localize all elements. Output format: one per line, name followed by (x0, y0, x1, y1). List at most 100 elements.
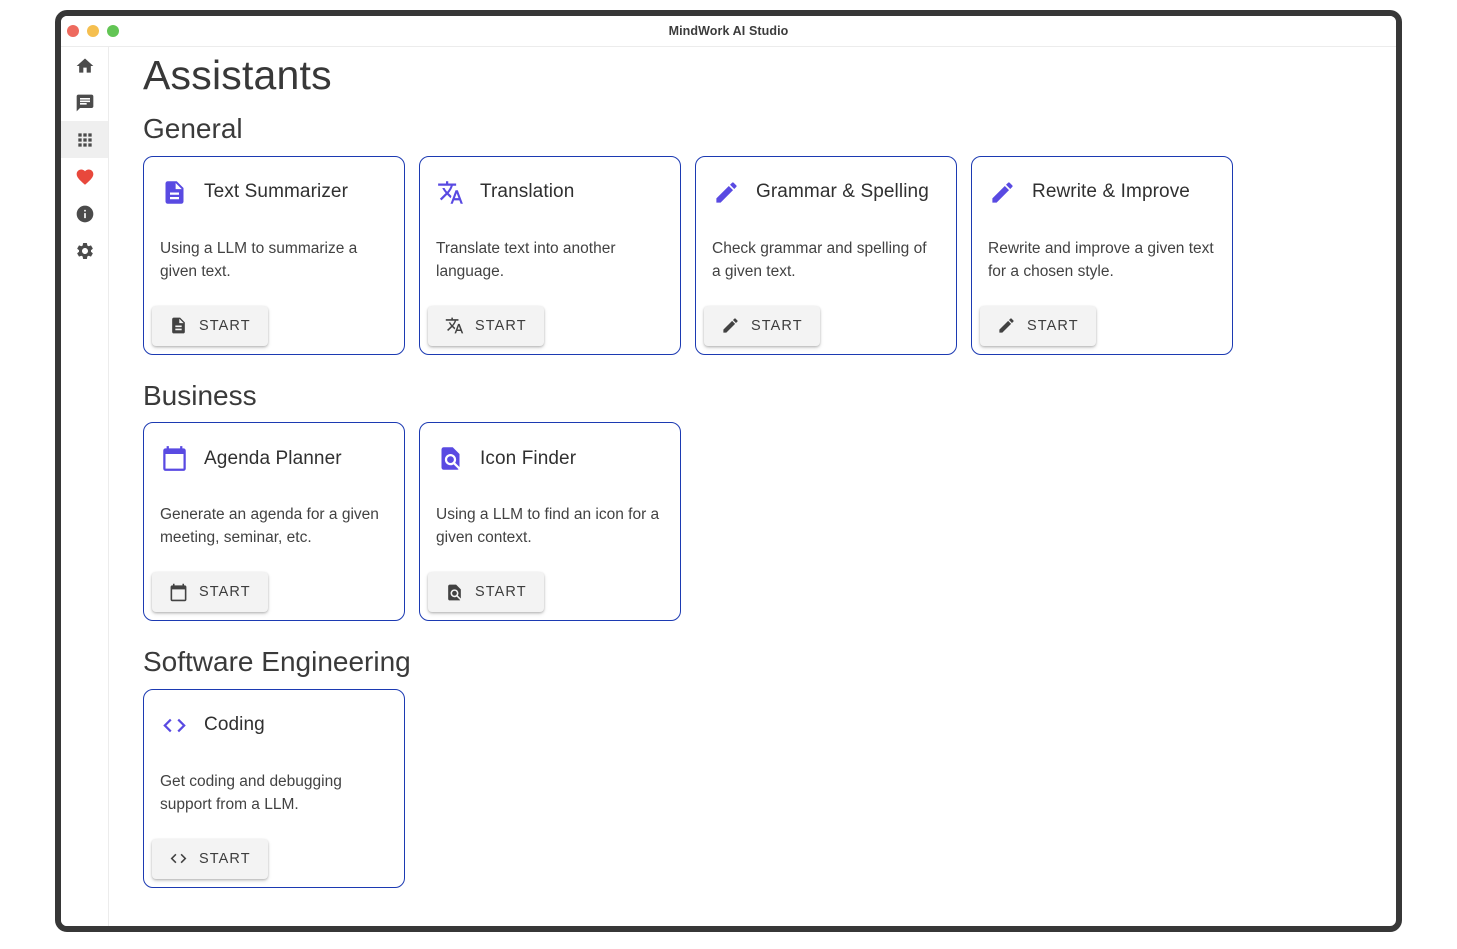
card-title: Rewrite & Improve (1032, 181, 1190, 203)
home-icon-wrap (75, 56, 95, 76)
info-icon (75, 204, 95, 224)
card-row: Agenda Planner Generate an agenda for a … (143, 422, 1396, 621)
start-button-grammar-spelling[interactable]: START (704, 306, 820, 346)
apps-grid-icon-wrap (75, 130, 95, 150)
section-title: Software Engineering (143, 645, 1396, 679)
sidebar-item-chats[interactable] (61, 84, 108, 121)
zoom-window-button[interactable] (107, 25, 119, 37)
icon-search-icon (445, 583, 464, 602)
start-button-label: START (199, 584, 251, 600)
calendar-icon-wrap (169, 583, 188, 602)
card-description: Generate an agenda for a given meeting, … (144, 503, 404, 549)
start-button-label: START (199, 318, 251, 334)
translate-icon-wrap (437, 179, 464, 206)
document-icon (161, 179, 188, 206)
card-header: Text Summarizer (144, 157, 404, 206)
assistant-card-icon-finder: Icon Finder Using a LLM to find an icon … (419, 422, 681, 621)
document-icon-wrap (169, 316, 188, 335)
card-title: Text Summarizer (204, 181, 348, 203)
sidebar-item-home[interactable] (61, 47, 108, 84)
section-software-engineering: Software Engineering Coding Get coding a… (143, 645, 1396, 888)
pencil-icon-wrap (989, 179, 1016, 206)
icon-search-icon (437, 445, 464, 472)
app-body: Assistants General Text Summarizer Using… (61, 47, 1396, 926)
page-title: Assistants (143, 52, 1396, 99)
card-description: Using a LLM to summarize a given text. (144, 237, 404, 283)
start-button-text-summarizer[interactable]: START (152, 306, 268, 346)
translate-icon (437, 179, 464, 206)
card-description: Check grammar and spelling of a given te… (696, 237, 956, 283)
sidebar-item-about[interactable] (61, 195, 108, 232)
code-icon-wrap (161, 712, 188, 739)
card-header: Grammar & Spelling (696, 157, 956, 206)
assistant-card-text-summarizer: Text Summarizer Using a LLM to summarize… (143, 156, 405, 355)
translate-icon-wrap (445, 316, 464, 335)
card-row: Text Summarizer Using a LLM to summarize… (143, 156, 1396, 355)
titlebar: MindWork AI Studio (61, 16, 1396, 47)
section-title: Business (143, 379, 1396, 413)
card-actions: START (980, 306, 1096, 346)
close-window-button[interactable] (67, 25, 79, 37)
start-button-rewrite-improve[interactable]: START (980, 306, 1096, 346)
start-button-label: START (475, 584, 527, 600)
document-icon (169, 316, 188, 335)
card-header: Translation (420, 157, 680, 206)
assistant-card-translation: Translation Translate text into another … (419, 156, 681, 355)
assistant-card-rewrite-improve: Rewrite & Improve Rewrite and improve a … (971, 156, 1233, 355)
section-title: General (143, 112, 1396, 146)
heart-icon-wrap (75, 167, 95, 187)
assistant-card-coding: Coding Get coding and debugging support … (143, 689, 405, 888)
card-actions: START (152, 306, 268, 346)
card-title: Agenda Planner (204, 448, 342, 470)
card-description: Translate text into another language. (420, 237, 680, 283)
calendar-icon (161, 445, 188, 472)
heart-icon (75, 167, 95, 187)
start-button-agenda-planner[interactable]: START (152, 572, 268, 612)
start-button-label: START (475, 318, 527, 334)
code-icon (161, 712, 188, 739)
chat-icon (75, 93, 95, 113)
start-button-label: START (199, 851, 251, 867)
start-button-coding[interactable]: START (152, 839, 268, 879)
code-icon (169, 849, 188, 868)
card-header: Rewrite & Improve (972, 157, 1232, 206)
section-general: General Text Summarizer Using a LLM to s… (143, 112, 1396, 355)
sidebar-item-settings[interactable] (61, 232, 108, 269)
card-actions: START (152, 572, 268, 612)
card-header: Icon Finder (420, 423, 680, 472)
assistant-card-grammar-spelling: Grammar & Spelling Check grammar and spe… (695, 156, 957, 355)
start-button-label: START (1027, 318, 1079, 334)
card-actions: START (428, 572, 544, 612)
sidebar (61, 47, 109, 926)
card-title: Coding (204, 714, 265, 736)
assistant-sections: General Text Summarizer Using a LLM to s… (143, 112, 1396, 888)
card-title: Grammar & Spelling (756, 181, 929, 203)
minimize-window-button[interactable] (87, 25, 99, 37)
card-description: Get coding and debugging support from a … (144, 770, 404, 816)
card-actions: START (428, 306, 544, 346)
gear-icon (75, 241, 95, 261)
sidebar-item-assistants[interactable] (61, 121, 108, 158)
card-title: Translation (480, 181, 574, 203)
pencil-icon (713, 179, 740, 206)
apps-grid-icon (75, 130, 95, 150)
info-icon-wrap (75, 204, 95, 224)
traffic-lights (61, 25, 119, 37)
card-actions: START (704, 306, 820, 346)
card-header: Coding (144, 690, 404, 739)
pencil-icon (989, 179, 1016, 206)
start-button-translation[interactable]: START (428, 306, 544, 346)
card-row: Coding Get coding and debugging support … (143, 689, 1396, 888)
icon-search-icon-wrap (437, 445, 464, 472)
start-button-icon-finder[interactable]: START (428, 572, 544, 612)
card-header: Agenda Planner (144, 423, 404, 472)
card-title: Icon Finder (480, 448, 576, 470)
icon-search-icon-wrap (445, 583, 464, 602)
pencil-icon-wrap (713, 179, 740, 206)
pencil-icon-wrap (721, 316, 740, 335)
pencil-icon-wrap (997, 316, 1016, 335)
calendar-icon (169, 583, 188, 602)
translate-icon (445, 316, 464, 335)
sidebar-item-favorites[interactable] (61, 158, 108, 195)
section-business: Business Agenda Planner Generate an agen… (143, 379, 1396, 622)
